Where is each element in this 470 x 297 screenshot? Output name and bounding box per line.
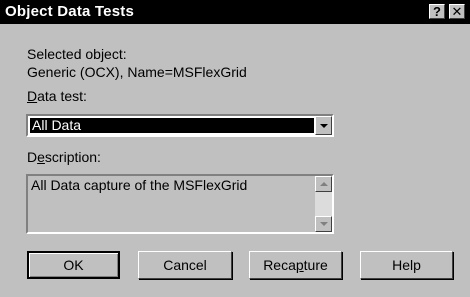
dropdown-arrow-button[interactable] [315, 116, 332, 135]
recapture-button[interactable]: Recapture [249, 251, 342, 279]
recapture-label-pre: Reca [263, 257, 296, 273]
selected-object-label: Selected object: [27, 46, 127, 62]
ok-button[interactable]: OK [27, 251, 120, 279]
data-test-dropdown[interactable]: All Data [26, 114, 334, 137]
recapture-label-post: ture [303, 257, 328, 273]
help-title-button[interactable]: ? [429, 4, 445, 19]
selected-object-value: Generic (OCX), Name=MSFlexGrid [27, 64, 247, 80]
scroll-up-icon [320, 182, 328, 186]
title-bar: Object Data Tests ? ✕ [0, 0, 470, 24]
scroll-down-icon [320, 222, 328, 226]
close-icon: ✕ [451, 4, 463, 19]
description-label: Description: [27, 149, 101, 165]
chevron-down-icon [320, 124, 328, 128]
description-textbox[interactable]: All Data capture of the MSFlexGrid [26, 174, 334, 234]
data-test-label-accel: D [27, 88, 38, 104]
help-button[interactable]: Help [360, 251, 453, 279]
description-label-pre: D [27, 149, 38, 165]
scroll-down-button[interactable] [315, 216, 332, 232]
data-test-label: Data test: [27, 88, 87, 104]
description-label-accel: e [37, 149, 45, 165]
window-title: Object Data Tests [5, 3, 134, 20]
cancel-button[interactable]: Cancel [138, 251, 232, 279]
description-label-post: scription: [44, 149, 101, 165]
data-test-label-rest: ata test: [37, 88, 87, 104]
description-scrollbar[interactable] [315, 176, 332, 232]
description-text: All Data capture of the MSFlexGrid [31, 177, 248, 193]
data-test-selected-value: All Data [30, 118, 314, 133]
scroll-up-button[interactable] [315, 176, 332, 192]
question-mark-icon: ? [433, 4, 441, 19]
close-button[interactable]: ✕ [449, 4, 465, 19]
recapture-label-accel: p [295, 257, 304, 273]
